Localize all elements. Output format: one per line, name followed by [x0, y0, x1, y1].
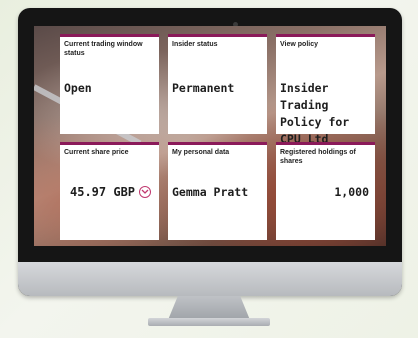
- chevron-down-icon[interactable]: [139, 186, 152, 198]
- insider-status-card[interactable]: Insider status Permanent: [168, 34, 267, 134]
- insider-status-value: Permanent: [172, 81, 235, 95]
- view-policy-label: View policy: [280, 41, 318, 48]
- share-price-card[interactable]: Current share price 45.97 GBP: [60, 142, 159, 240]
- holdings-card[interactable]: Registered holdings of shares 1,000: [276, 142, 375, 240]
- holdings-label: Registered holdings of shares: [280, 149, 356, 165]
- personal-data-card[interactable]: My personal data Gemma Pratt: [168, 142, 267, 240]
- monitor-stand-base: [148, 318, 270, 326]
- share-price-label: Current share price: [64, 149, 129, 156]
- view-policy-card[interactable]: View policy Insider Trading Policy for C…: [276, 34, 375, 146]
- trading-window-label: Current trading window status: [64, 41, 143, 57]
- personal-data-label: My personal data: [172, 149, 230, 156]
- trading-window-card[interactable]: Current trading window status Open: [60, 34, 159, 134]
- share-price-value: 45.97 GBP: [70, 185, 136, 199]
- dashboard-screen: Current trading window status Open Insid…: [34, 26, 386, 246]
- monitor-stand-neck: [168, 296, 250, 320]
- insider-status-label: Insider status: [172, 41, 218, 48]
- trading-window-value: Open: [64, 81, 92, 95]
- holdings-value: 1,000: [334, 185, 369, 199]
- policy-link[interactable]: Insider Trading Policy for CPU Ltd: [280, 80, 370, 148]
- share-price-row: 45.97 GBP: [70, 185, 152, 199]
- monitor-chin: [18, 262, 402, 296]
- personal-name-value: Gemma Pratt: [172, 185, 249, 199]
